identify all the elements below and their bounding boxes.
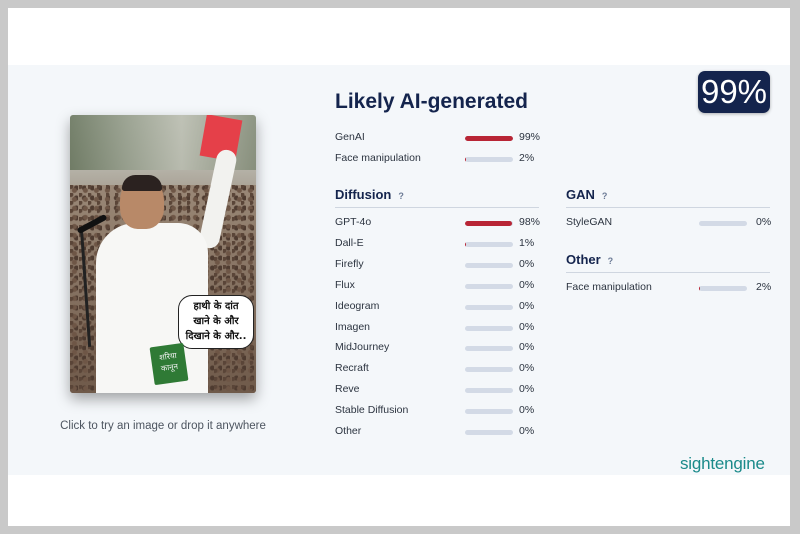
score-row-percent: 0%	[519, 404, 535, 417]
bubble-line: हाथी के दांत	[193, 301, 239, 312]
score-row-percent: 0%	[519, 341, 535, 354]
score-bar-track	[699, 221, 747, 226]
diffusion-heading-label: Diffusion	[335, 187, 392, 202]
score-row-label: StyleGAN	[566, 216, 613, 228]
score-bar-fill	[465, 241, 467, 247]
score-row-percent: 0%	[519, 299, 535, 312]
score-row-percent: 99%	[519, 131, 541, 143]
score-bar-track	[465, 388, 513, 394]
score-bar-track	[465, 283, 513, 289]
other-heading: Other?	[566, 252, 613, 267]
score-bar-track	[465, 325, 513, 331]
score-row-label: Flux	[335, 278, 355, 291]
score-row-percent: 0%	[519, 383, 535, 396]
score-bar-track	[465, 409, 513, 415]
score-bar-track	[465, 241, 513, 247]
score-bar-track	[465, 136, 513, 141]
score-bar-track	[465, 430, 513, 435]
score-bar-track	[465, 346, 513, 352]
score-row: Reve 0%	[335, 383, 549, 401]
gan-heading: GAN?	[566, 187, 607, 202]
other-help-icon[interactable]: ?	[608, 256, 614, 266]
score-row-label: Recraft	[335, 362, 369, 375]
score-row-label: Dall-E	[335, 236, 364, 249]
score-row-percent: 1%	[519, 236, 535, 249]
score-row-label: Stable Diffusion	[335, 404, 409, 417]
score-row-label: Firefly	[335, 257, 364, 270]
score-row-percent: 2%	[756, 281, 772, 293]
score-row: Dall-E 1%	[335, 237, 549, 255]
speech-bubble: हाथी के दांत खाने के और दिखाने के और..	[178, 295, 254, 349]
score-bar-track	[465, 221, 513, 226]
score-badge: 99%	[698, 71, 770, 113]
other-divider	[566, 272, 770, 273]
page-frame: हाथी के दांत खाने के और दिखाने के और.. श…	[8, 8, 790, 526]
score-row-label: MidJourney	[335, 341, 390, 354]
score-row-percent: 0%	[519, 320, 535, 333]
score-row-percent: 0%	[519, 362, 535, 375]
diffusion-heading: Diffusion?	[335, 187, 404, 202]
gan-help-icon[interactable]: ?	[602, 191, 608, 201]
score-row-percent: 0%	[519, 257, 535, 270]
person-hair-shape	[122, 175, 162, 191]
score-row-percent: 0%	[756, 216, 772, 228]
score-row: MidJourney 0%	[335, 341, 549, 359]
bubble-line: खाने के और	[193, 316, 239, 327]
score-row: Imagen 0%	[335, 321, 549, 339]
score-row-label: Other	[335, 425, 362, 437]
score-row-label: Ideogram	[335, 299, 380, 312]
score-row: Recraft 0%	[335, 362, 549, 380]
score-row: Stable Diffusion 0%	[335, 404, 549, 422]
score-bar-track	[465, 157, 513, 162]
score-row: GenAI 99%	[335, 131, 549, 149]
analyzed-image[interactable]: हाथी के दांत खाने के और दिखाने के और.. श…	[70, 115, 256, 393]
score-row: StyleGAN 0%	[566, 216, 786, 234]
score-row: GPT-4o 98%	[335, 216, 549, 234]
results-panel: हाथी के दांत खाने के और दिखाने के और.. श…	[8, 65, 790, 475]
score-row-percent: 2%	[519, 152, 535, 164]
score-row-percent: 0%	[519, 278, 535, 291]
score-bar-fill	[465, 136, 513, 141]
score-row-label: GenAI	[335, 131, 365, 143]
score-row: Face manipulation 2%	[566, 281, 786, 299]
gan-divider	[566, 207, 770, 208]
brand-logo[interactable]: sightengine	[680, 454, 765, 474]
score-row-percent: 98%	[519, 216, 541, 228]
green-book: शरिया कानून	[149, 342, 189, 386]
score-row: Other 0%	[335, 425, 549, 443]
diffusion-help-icon[interactable]: ?	[398, 191, 404, 201]
score-row: Flux 0%	[335, 279, 549, 297]
score-row: Ideogram 0%	[335, 300, 549, 318]
score-row-label: GPT-4o	[335, 216, 372, 228]
score-bar-fill	[699, 286, 701, 291]
score-row-label: Face manipulation	[566, 281, 652, 293]
score-bar-track	[699, 286, 747, 291]
upload-hint[interactable]: Click to try an image or drop it anywher…	[38, 420, 288, 432]
score-row: Face manipulation 2%	[335, 152, 549, 170]
gan-heading-label: GAN	[566, 187, 595, 202]
diffusion-divider	[335, 207, 539, 208]
score-bar-fill	[465, 221, 513, 226]
other-heading-label: Other	[566, 252, 601, 267]
score-row-label: Imagen	[335, 320, 371, 333]
score-bar-track	[465, 262, 513, 268]
score-row-label: Reve	[335, 383, 360, 396]
page-title: Likely AI-generated	[335, 90, 528, 113]
score-bar-fill	[465, 157, 467, 162]
score-row: Firefly 0%	[335, 258, 549, 276]
score-row-percent: 0%	[519, 425, 535, 437]
score-bar-track	[465, 304, 513, 310]
bubble-line: दिखाने के और..	[185, 331, 247, 342]
score-bar-track	[465, 367, 513, 373]
score-row-label: Face manipulation	[335, 152, 421, 164]
